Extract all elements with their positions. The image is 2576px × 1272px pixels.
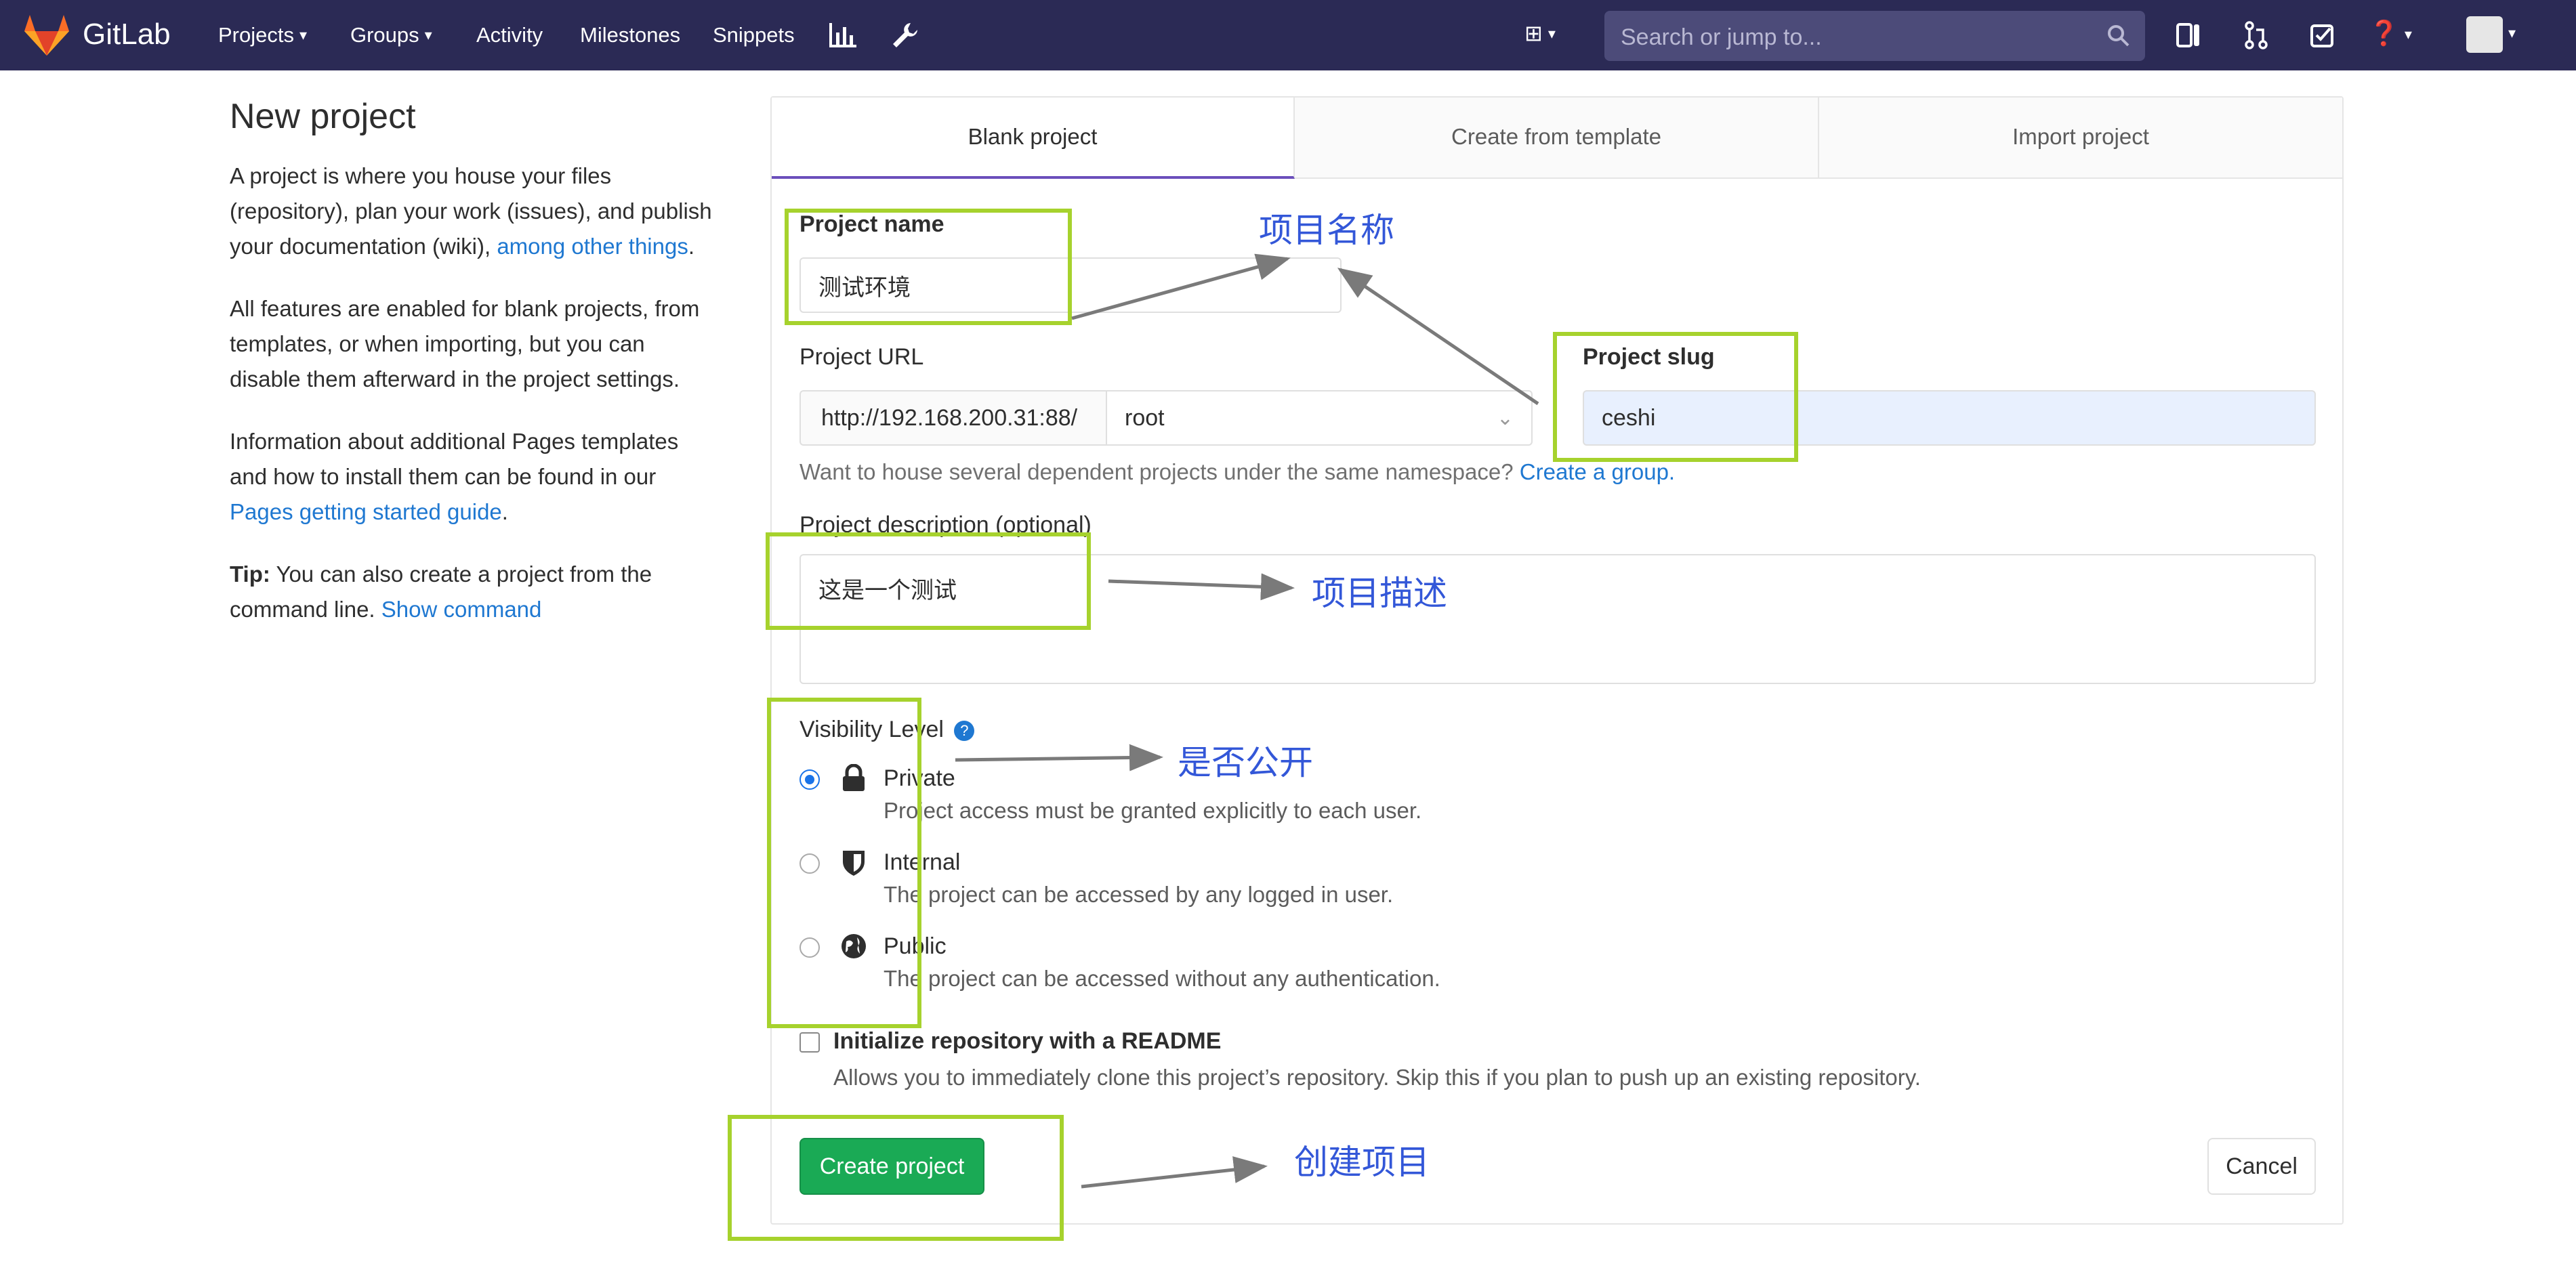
info-end: .: [501, 499, 508, 524]
tip-paragraph: Tip: You can also create a project from …: [230, 557, 718, 627]
nav-projects[interactable]: Projects ▾: [218, 23, 307, 47]
annotation-box-slug: [1553, 332, 1798, 462]
info-paragraph-2: All features are enabled for blank proje…: [230, 296, 700, 391]
question-circle-icon[interactable]: ?: [954, 721, 975, 741]
avatar: [2466, 16, 2503, 53]
annotation-text-create: 创建项目: [1294, 1143, 1430, 1182]
chart-icon[interactable]: [828, 20, 858, 50]
annotation-box-name: [785, 209, 1072, 325]
new-item-dropdown[interactable]: ⊞ ▾: [1524, 20, 1556, 46]
namespace-value: root: [1125, 404, 1165, 431]
namespace-help-text: Want to house several dependent projects…: [799, 459, 1675, 485]
cancel-button[interactable]: Cancel: [2207, 1138, 2316, 1195]
info-paragraph-1: A project is where you house your files …: [230, 158, 718, 264]
namespace-select[interactable]: root ⌄: [1106, 390, 1533, 446]
brand-name[interactable]: GitLab: [83, 18, 171, 51]
visibility-internal-desc: The project can be accessed by any logge…: [884, 882, 1394, 907]
page-title: New project: [230, 97, 416, 136]
project-url-label: Project URL: [799, 344, 924, 370]
nav-snippets[interactable]: Snippets: [713, 23, 795, 47]
pages-guide-link[interactable]: Pages getting started guide: [230, 499, 502, 524]
search-icon: [2108, 25, 2130, 47]
merge-request-icon[interactable]: [2243, 20, 2270, 50]
help-dropdown[interactable]: ❓ ▾: [2369, 19, 2412, 47]
gitlab-logo-icon[interactable]: [24, 15, 69, 56]
tab-create-from-template[interactable]: Create from template: [1295, 98, 1819, 179]
help-icon: ❓: [2369, 19, 2399, 47]
nav-groups[interactable]: Groups ▾: [350, 23, 432, 47]
annotation-text-name: 项目名称: [1259, 211, 1394, 250]
tab-blank-project[interactable]: Blank project: [772, 98, 1295, 179]
show-command-link[interactable]: Show command: [381, 597, 542, 622]
nav-activity[interactable]: Activity: [476, 23, 543, 47]
user-menu[interactable]: ▾: [2466, 16, 2516, 53]
project-url-prefix: http://192.168.200.31:88/: [799, 390, 1106, 446]
plus-square-icon: ⊞: [1524, 21, 1543, 45]
tab-import-project[interactable]: Import project: [1819, 98, 2342, 179]
readme-label[interactable]: Initialize repository with a README: [833, 1028, 1221, 1055]
top-navbar: GitLab Projects ▾ Groups ▾ Activity Milest…: [0, 0, 2576, 70]
chevron-down-icon: ▾: [2404, 26, 2412, 43]
search-input[interactable]: Search or jump to...: [1604, 11, 2145, 61]
annotation-box-description: [766, 532, 1091, 630]
namespace-help: Want to house several dependent projects…: [799, 459, 1514, 484]
create-group-link[interactable]: Create a group.: [1520, 459, 1675, 484]
chevron-down-icon: ▾: [2508, 24, 2516, 42]
issues-icon[interactable]: [2175, 20, 2202, 50]
info-end: .: [688, 234, 695, 259]
readme-desc: Allows you to immediately clone this pro…: [833, 1065, 1921, 1090]
info-text: Information about additional Pages templ…: [230, 429, 679, 489]
chevron-down-icon: ⌄: [1496, 406, 1514, 429]
search-placeholder: Search or jump to...: [1621, 24, 1822, 50]
info-paragraph-3: Information about additional Pages templ…: [230, 424, 718, 530]
among-other-things-link[interactable]: among other things: [497, 234, 688, 259]
wrench-icon[interactable]: [890, 20, 920, 50]
visibility-private-desc: Project access must be granted explicitl…: [884, 798, 1422, 823]
nav-projects-label: Projects: [218, 23, 294, 47]
nav-milestones[interactable]: Milestones: [580, 23, 680, 47]
nav-groups-label: Groups: [350, 23, 419, 47]
readme-checkbox[interactable]: [799, 1032, 820, 1053]
new-project-info: New project A project is where you house…: [230, 96, 718, 654]
chevron-down-icon: ▾: [1547, 25, 1556, 42]
annotation-text-visibility: 是否公开: [1178, 743, 1313, 782]
chevron-down-icon: ▾: [299, 26, 308, 43]
visibility-public-desc: The project can be accessed without any …: [884, 966, 1440, 991]
chevron-down-icon: ▾: [424, 26, 432, 43]
annotation-text-description: 项目描述: [1312, 574, 1447, 613]
annotation-box-create: [728, 1115, 1064, 1241]
annotation-box-visibility: [767, 698, 921, 1028]
tip-label: Tip:: [230, 561, 270, 587]
todo-check-icon[interactable]: [2309, 20, 2336, 50]
